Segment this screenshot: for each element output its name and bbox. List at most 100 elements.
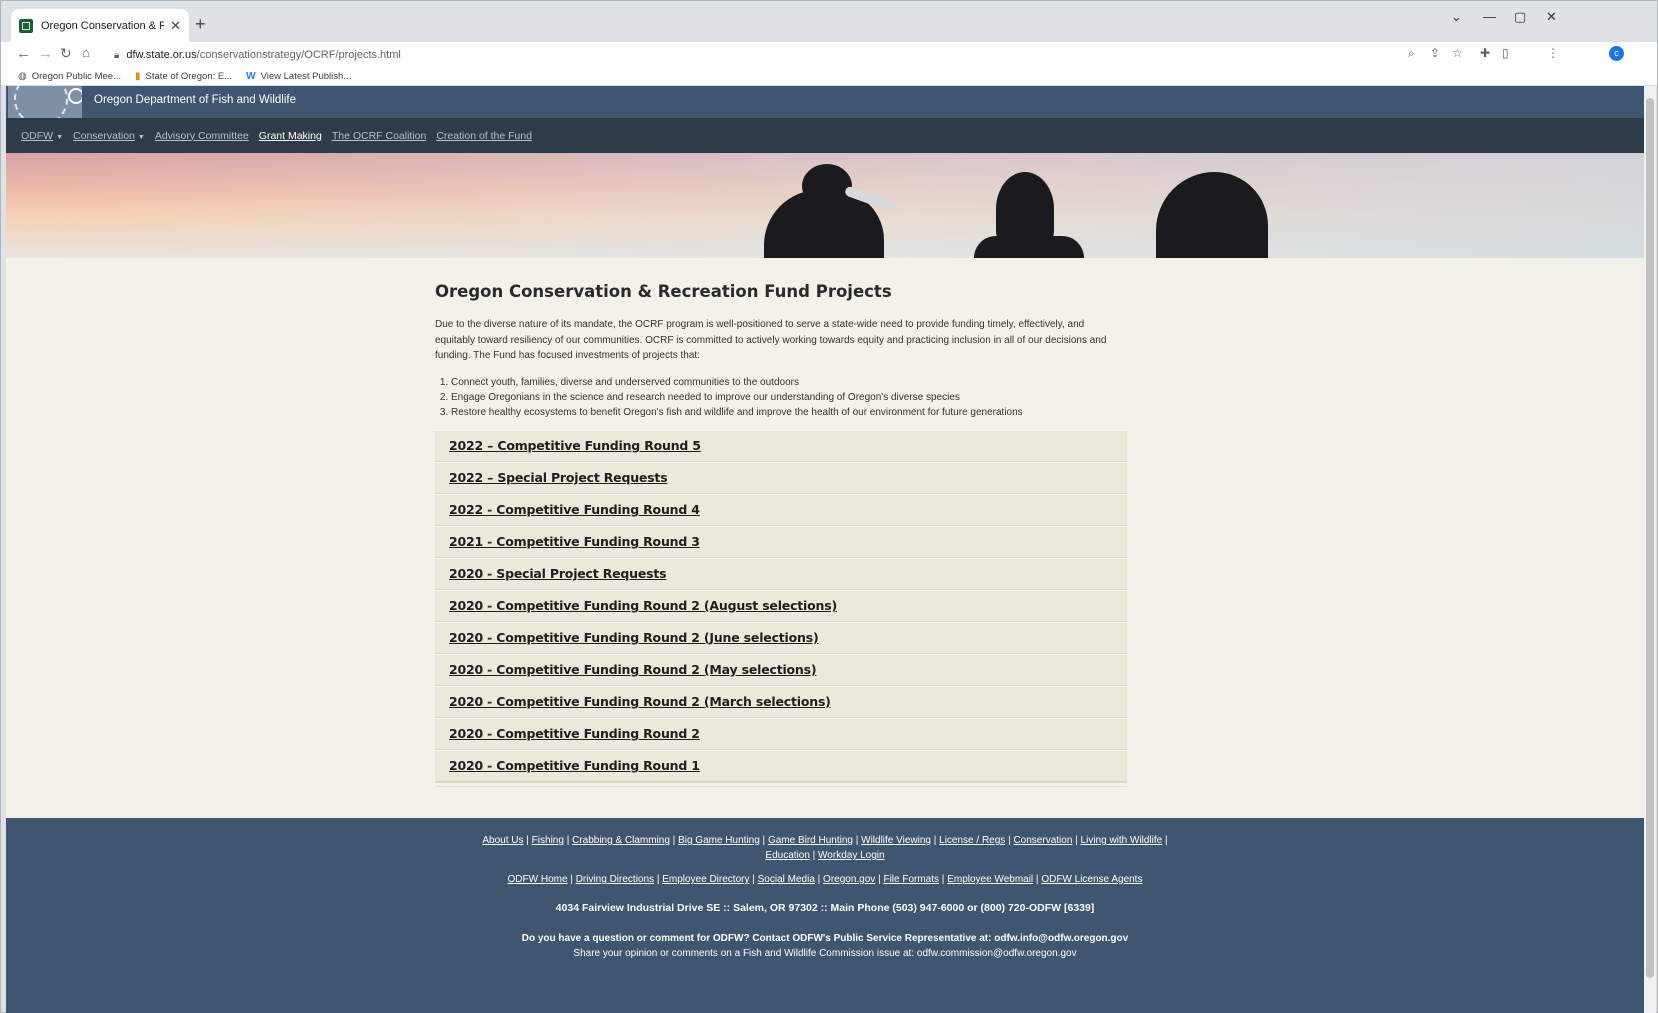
- footer-link[interactable]: About Us: [482, 835, 523, 846]
- footer-link[interactable]: Education: [765, 850, 809, 861]
- footer-link[interactable]: Employee Directory: [662, 874, 749, 885]
- tab-search-icon[interactable]: ⌄: [1451, 9, 1462, 25]
- nav-ocrf-coalition[interactable]: The OCRF Coalition: [332, 130, 427, 142]
- site-footer: About Us | Fishing | Crabbing & Clamming…: [6, 818, 1644, 1013]
- footer-link[interactable]: Crabbing & Clamming: [572, 835, 670, 846]
- intro-paragraph: Due to the diverse nature of its mandate…: [435, 319, 1107, 361]
- focus-item: Restore healthy ecosystems to benefit Or…: [451, 405, 1127, 420]
- accordion-round-5-2022[interactable]: 2022 – Competitive Funding Round 5: [435, 429, 1127, 462]
- footer-link-separator: |: [523, 835, 532, 846]
- nav-creation-of-fund[interactable]: Creation of the Fund: [436, 130, 532, 142]
- footer-links-secondary: ODFW Home | Driving Directions | Employe…: [6, 872, 1644, 887]
- reload-icon[interactable]: ↻: [60, 45, 72, 62]
- footer-link-separator: |: [749, 874, 758, 885]
- scrollbar-thumb[interactable]: [1646, 98, 1654, 978]
- bookmark-label: View Latest Publish...: [260, 71, 352, 82]
- caret-down-icon: ▼: [137, 133, 145, 141]
- accordion-label: 2022 - Competitive Funding Round 4: [449, 502, 700, 517]
- accordion-round-2-2020[interactable]: 2020 - Competitive Funding Round 2: [435, 717, 1127, 750]
- footer-link[interactable]: Driving Directions: [576, 874, 654, 885]
- site-name[interactable]: Oregon Department of Fish and Wildlife: [94, 94, 296, 106]
- page-scrollbar[interactable]: [1644, 86, 1656, 1013]
- web-page: Oregon Department of Fish and Wildlife O…: [6, 86, 1644, 1013]
- footer-link-separator: |: [930, 835, 940, 846]
- accordion-label: 2020 - Competitive Funding Round 2 (Marc…: [449, 694, 831, 709]
- footer-link-separator: |: [1162, 835, 1168, 846]
- footer-link[interactable]: ODFW License Agents: [1041, 874, 1142, 885]
- bookmark-oregon-public-meetings[interactable]: ◍ Oregon Public Mee...: [18, 71, 121, 82]
- bookmark-star-icon[interactable]: ☆: [1452, 46, 1463, 60]
- maximize-icon[interactable]: ▢: [1514, 9, 1526, 25]
- footer-address: 4034 Fairview Industrial Drive SE :: Sal…: [555, 902, 1095, 914]
- hero-silhouette-head-2: [996, 172, 1054, 246]
- footer-link[interactable]: Employee Webmail: [947, 874, 1033, 885]
- accordion-label: 2022 – Competitive Funding Round 5: [449, 438, 701, 453]
- new-tab-icon[interactable]: +: [195, 15, 206, 33]
- nav-advisory-committee[interactable]: Advisory Committee: [155, 130, 249, 142]
- address-bar[interactable]: 🔒︎ dfw.state.or.us/conservationstrategy/…: [114, 45, 1511, 65]
- site-header: Oregon Department of Fish and Wildlife: [6, 86, 1644, 118]
- bookmark-state-of-oregon[interactable]: ▮ State of Oregon: E...: [135, 71, 232, 82]
- close-window-icon[interactable]: ✕: [1546, 9, 1557, 25]
- tab-title: Oregon Conservation & Recreation Fund Pr…: [41, 20, 165, 32]
- footer-link[interactable]: Fishing: [532, 835, 564, 846]
- focus-list: Connect youth, families, diverse and und…: [435, 375, 1127, 420]
- accordion-round-2-june[interactable]: 2020 - Competitive Funding Round 2 (June…: [435, 621, 1127, 654]
- accordion-label: 2021 - Competitive Funding Round 3: [449, 534, 700, 549]
- accordion-round-2-august[interactable]: 2020 - Competitive Funding Round 2 (Augu…: [435, 589, 1127, 622]
- main-content: Oregon Conservation & Recreation Fund Pr…: [435, 282, 1127, 783]
- share-icon[interactable]: ⇪: [1430, 46, 1440, 60]
- globe-icon: ◍: [18, 71, 27, 82]
- back-icon[interactable]: ←: [16, 45, 31, 62]
- accordion-round-3-2021[interactable]: 2021 - Competitive Funding Round 3: [435, 525, 1127, 558]
- close-tab-icon[interactable]: ✕: [170, 18, 181, 34]
- footer-link[interactable]: File Formats: [883, 874, 939, 885]
- accordion-round-2-march[interactable]: 2020 - Competitive Funding Round 2 (Marc…: [435, 685, 1127, 718]
- accordion-round-1-2020[interactable]: 2020 - Competitive Funding Round 1: [435, 749, 1127, 782]
- nav-grant-making[interactable]: Grant Making: [259, 130, 322, 142]
- profile-avatar[interactable]: c: [1609, 46, 1624, 61]
- home-icon[interactable]: ⌂: [82, 45, 90, 60]
- caret-down-icon: ▼: [56, 133, 64, 141]
- footer-link[interactable]: ODFW Home: [508, 874, 568, 885]
- footer-link[interactable]: Workday Login: [818, 850, 885, 861]
- minimize-icon[interactable]: —: [1483, 9, 1496, 24]
- footer-link[interactable]: Wildlife Viewing: [861, 835, 931, 846]
- extensions-icon[interactable]: ✚: [1480, 46, 1490, 60]
- browser-tab[interactable]: Oregon Conservation & Recreation Fund Pr…: [11, 9, 189, 43]
- footer-link[interactable]: Social Media: [758, 874, 815, 885]
- nav-odfw[interactable]: ODFW ▼: [21, 130, 63, 142]
- side-panel-icon[interactable]: ▯: [1502, 46, 1509, 60]
- footer-link-separator: |: [759, 835, 768, 846]
- nav-label: ODFW: [21, 129, 54, 142]
- url-path: /conservationstrategy/OCRF/projects.html: [196, 49, 401, 61]
- footer-link-separator: |: [1072, 835, 1081, 846]
- bookmark-view-latest-publish[interactable]: W View Latest Publish...: [246, 71, 351, 82]
- footer-link-separator: |: [563, 835, 573, 846]
- footer-link[interactable]: Big Game Hunting: [678, 835, 760, 846]
- accordion-round-2-may[interactable]: 2020 - Competitive Funding Round 2 (May …: [435, 653, 1127, 686]
- odfw-seal-logo[interactable]: [8, 86, 82, 118]
- accordion-label: 2020 - Competitive Funding Round 2: [449, 726, 700, 741]
- tab-strip: Oregon Conservation & Recreation Fund Pr…: [1, 1, 1657, 43]
- accordion-special-2020[interactable]: 2020 - Special Project Requests: [435, 557, 1127, 590]
- footer-link-separator: |: [809, 850, 819, 861]
- footer-link[interactable]: Living with Wildlife: [1081, 835, 1163, 846]
- footer-link[interactable]: License / Regs: [939, 835, 1005, 846]
- footer-link[interactable]: Game Bird Hunting: [768, 835, 853, 846]
- footer-contact: Do you have a question or comment for OD…: [521, 933, 1129, 944]
- oregon-flag-icon: ▮: [134, 71, 141, 82]
- nav-conservation[interactable]: Conservation ▼: [73, 130, 145, 142]
- menu-icon[interactable]: ⋮: [1547, 46, 1559, 60]
- forward-icon[interactable]: →: [38, 45, 53, 62]
- zoom-icon[interactable]: ⌕: [1408, 46, 1415, 61]
- w-logo-icon: W: [246, 71, 256, 82]
- footer-link[interactable]: Conservation: [1013, 835, 1072, 846]
- footer-links-primary: About Us | Fishing | Crabbing & Clamming…: [475, 818, 1175, 863]
- accordion-round-4-2022[interactable]: 2022 - Competitive Funding Round 4: [435, 493, 1127, 526]
- accordion-special-2022[interactable]: 2022 – Special Project Requests: [435, 461, 1127, 494]
- odfw-favicon-icon: [19, 19, 33, 33]
- footer-link[interactable]: Oregon.gov: [823, 874, 875, 885]
- bookmarks-bar: ◍ Oregon Public Mee... ▮ State of Oregon…: [1, 68, 1657, 86]
- nav-label: Conservation: [73, 129, 135, 142]
